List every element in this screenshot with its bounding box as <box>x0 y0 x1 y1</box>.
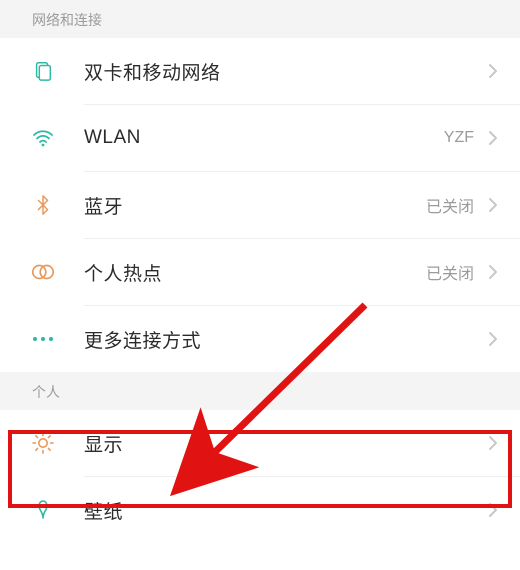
section-header-network: 网络和连接 <box>0 0 520 38</box>
row-value: 已关闭 <box>426 260 474 284</box>
chevron-right-icon <box>486 332 500 346</box>
bluetooth-icon <box>28 190 58 220</box>
row-wlan[interactable]: WLAN YZF <box>0 105 520 171</box>
wallpaper-icon <box>28 495 58 525</box>
row-label: 壁纸 <box>84 497 486 524</box>
chevron-right-icon <box>486 198 500 212</box>
chevron-right-icon <box>486 64 500 78</box>
more-icon <box>28 324 58 354</box>
row-hotspot[interactable]: 个人热点 已关闭 <box>0 239 520 305</box>
row-bluetooth[interactable]: 蓝牙 已关闭 <box>0 172 520 238</box>
row-label: 显示 <box>84 430 486 457</box>
section-header-personal: 个人 <box>0 372 520 410</box>
row-label: 更多连接方式 <box>84 326 486 353</box>
row-label: 个人热点 <box>84 259 426 286</box>
row-display[interactable]: 显示 <box>0 410 520 476</box>
wifi-icon <box>28 123 58 153</box>
hotspot-icon <box>28 257 58 287</box>
row-value: YZF <box>444 129 474 147</box>
row-value: 已关闭 <box>426 193 474 217</box>
row-label: 蓝牙 <box>84 192 426 219</box>
display-icon <box>28 428 58 458</box>
sim-icon <box>28 56 58 86</box>
row-wallpaper[interactable]: 壁纸 <box>0 477 520 543</box>
chevron-right-icon <box>486 265 500 279</box>
row-more-connections[interactable]: 更多连接方式 <box>0 306 520 372</box>
chevron-right-icon <box>486 503 500 517</box>
row-dual-sim[interactable]: 双卡和移动网络 <box>0 38 520 104</box>
chevron-right-icon <box>486 131 500 145</box>
row-label: WLAN <box>84 127 444 149</box>
row-label: 双卡和移动网络 <box>84 58 486 85</box>
settings-screen: 网络和连接 双卡和移动网络 WLAN YZF <box>0 0 520 570</box>
chevron-right-icon <box>486 436 500 450</box>
